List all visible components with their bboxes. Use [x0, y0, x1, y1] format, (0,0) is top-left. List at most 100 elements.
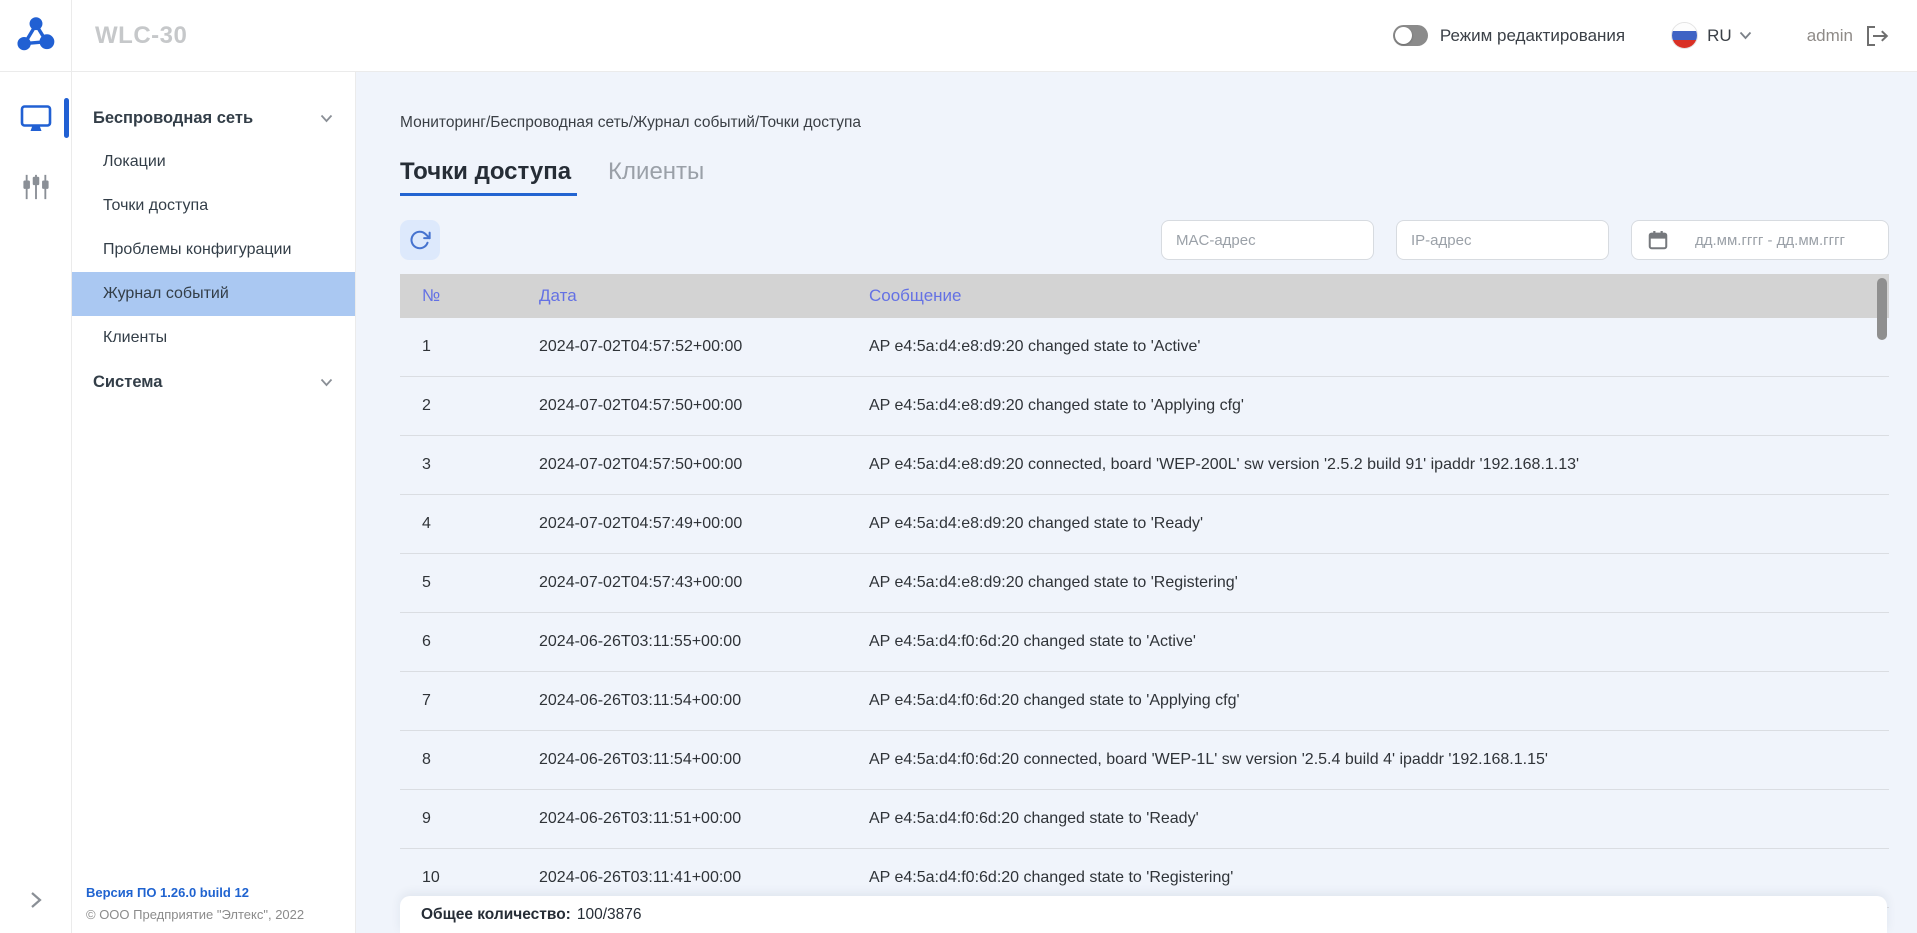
sidebar-item-clients[interactable]: Клиенты: [72, 316, 355, 360]
cell-message: AP e4:5a:d4:f0:6d:20 changed state to 'A…: [869, 633, 1889, 651]
monitor-icon: [20, 104, 52, 134]
sidebar-section-system[interactable]: Система: [72, 360, 355, 404]
cell-date: 2024-07-02T04:57:43+00:00: [539, 574, 869, 592]
scrollbar-thumb[interactable]: [1877, 278, 1887, 340]
date-range-filter: [1631, 220, 1889, 260]
logout-button[interactable]: [1864, 24, 1890, 48]
cell-num: 10: [422, 869, 539, 887]
sidebar-section-wireless[interactable]: Беспроводная сеть: [72, 96, 355, 140]
table-row: 7 2024-06-26T03:11:54+00:00 AP e4:5a:d4:…: [400, 672, 1889, 731]
event-log-table: № Дата Сообщение 1 2024-07-02T04:57:52+0…: [400, 274, 1889, 933]
cell-message: AP e4:5a:d4:f0:6d:20 changed state to 'R…: [869, 869, 1889, 887]
chevron-down-icon: [320, 114, 333, 123]
sidebar-item-config-problems[interactable]: Проблемы конфигурации: [72, 228, 355, 272]
edit-mode-label: Режим редактирования: [1440, 26, 1625, 46]
table-row: 2 2024-07-02T04:57:50+00:00 AP e4:5a:d4:…: [400, 377, 1889, 436]
app-title: WLC-30: [95, 22, 187, 50]
table-row: 9 2024-06-26T03:11:51+00:00 AP e4:5a:d4:…: [400, 790, 1889, 849]
cell-message: AP e4:5a:d4:f0:6d:20 connected, board 'W…: [869, 751, 1889, 769]
refresh-icon: [409, 229, 431, 251]
cell-num: 3: [422, 456, 539, 474]
top-bar-right: Режим редактирования RU admin: [1393, 22, 1917, 49]
cell-num: 1: [422, 338, 539, 356]
table-row: 4 2024-07-02T04:57:49+00:00 AP e4:5a:d4:…: [400, 495, 1889, 554]
russian-flag-icon: [1671, 22, 1698, 49]
settings-nav-button[interactable]: [0, 172, 72, 202]
totals-label: Общее количество:: [421, 906, 571, 924]
username-label: admin: [1807, 26, 1853, 46]
cell-num: 2: [422, 397, 539, 415]
app-logo[interactable]: [0, 0, 72, 72]
main-content: Мониторинг/Беспроводная сеть/Журнал собы…: [357, 72, 1917, 933]
totals-value: 100/3876: [577, 906, 642, 924]
item-label: Локации: [103, 153, 166, 171]
cell-date: 2024-06-26T03:11:51+00:00: [539, 810, 869, 828]
ip-filter-input[interactable]: [1396, 220, 1609, 260]
item-label: Журнал событий: [103, 285, 229, 303]
chevron-down-icon: [1739, 31, 1752, 40]
cell-num: 8: [422, 751, 539, 769]
section-label: Беспроводная сеть: [93, 109, 253, 128]
refresh-button[interactable]: [400, 220, 440, 260]
cell-message: AP e4:5a:d4:e8:d9:20 changed state to 'A…: [869, 338, 1889, 356]
sidebar-item-event-log[interactable]: Журнал событий: [72, 272, 355, 316]
sidebar-footer: Версия ПО 1.26.0 build 12 © ООО Предприя…: [86, 885, 304, 922]
cell-message: AP e4:5a:d4:e8:d9:20 changed state to 'A…: [869, 397, 1889, 415]
sliders-icon: [22, 172, 50, 202]
sidebar-item-access-points[interactable]: Точки доступа: [72, 184, 355, 228]
breadcrumb: Мониторинг/Беспроводная сеть/Журнал собы…: [400, 114, 861, 132]
section-label: Система: [93, 373, 162, 392]
table-row: 1 2024-07-02T04:57:52+00:00 AP e4:5a:d4:…: [400, 318, 1889, 377]
item-label: Клиенты: [103, 329, 167, 347]
controls-row: [357, 220, 1917, 260]
language-selector[interactable]: RU: [1671, 22, 1752, 49]
cell-num: 4: [422, 515, 539, 533]
software-version-label: Версия ПО 1.26.0 build 12: [86, 885, 304, 900]
cell-date: 2024-07-02T04:57:50+00:00: [539, 456, 869, 474]
cell-date: 2024-06-26T03:11:41+00:00: [539, 869, 869, 887]
table-row: 8 2024-06-26T03:11:54+00:00 AP e4:5a:d4:…: [400, 731, 1889, 790]
column-header-date[interactable]: Дата: [539, 286, 869, 306]
cell-num: 9: [422, 810, 539, 828]
eltex-logo-icon: [17, 17, 55, 55]
cell-num: 6: [422, 633, 539, 651]
column-header-message[interactable]: Сообщение: [869, 286, 1889, 306]
cell-date: 2024-07-02T04:57:49+00:00: [539, 515, 869, 533]
chevron-right-icon: [30, 891, 42, 909]
cell-date: 2024-06-26T03:11:54+00:00: [539, 692, 869, 710]
monitoring-nav-button[interactable]: [0, 104, 72, 134]
cell-num: 5: [422, 574, 539, 592]
tab-clients[interactable]: Клиенты: [608, 158, 704, 196]
edit-mode-toggle[interactable]: [1393, 25, 1428, 46]
column-header-num[interactable]: №: [422, 286, 539, 306]
sidebar-expand-button[interactable]: [0, 891, 72, 909]
table-row: 3 2024-07-02T04:57:50+00:00 AP e4:5a:d4:…: [400, 436, 1889, 495]
cell-message: AP e4:5a:d4:e8:d9:20 changed state to 'R…: [869, 574, 1889, 592]
toggle-knob: [1395, 27, 1412, 44]
sidebar-menu: Беспроводная сеть Локации Точки доступа …: [72, 72, 356, 933]
cell-message: AP e4:5a:d4:f0:6d:20 changed state to 'R…: [869, 810, 1889, 828]
cell-message: AP e4:5a:d4:e8:d9:20 connected, board 'W…: [869, 456, 1889, 474]
item-label: Проблемы конфигурации: [103, 241, 291, 259]
cell-message: AP e4:5a:d4:f0:6d:20 changed state to 'A…: [869, 692, 1889, 710]
cell-date: 2024-06-26T03:11:54+00:00: [539, 751, 869, 769]
table-header: № Дата Сообщение: [400, 274, 1889, 318]
tab-bar: Точки доступа Клиенты: [400, 158, 704, 196]
item-label: Точки доступа: [103, 197, 208, 215]
nav-rail: [0, 72, 72, 933]
cell-num: 7: [422, 692, 539, 710]
date-range-input[interactable]: [1631, 220, 1889, 260]
chevron-down-icon: [320, 378, 333, 387]
language-code: RU: [1707, 26, 1732, 46]
sidebar-item-locations[interactable]: Локации: [72, 140, 355, 184]
tab-access-points[interactable]: Точки доступа: [400, 158, 577, 196]
table-row: 5 2024-07-02T04:57:43+00:00 AP e4:5a:d4:…: [400, 554, 1889, 613]
table-row: 6 2024-06-26T03:11:55+00:00 AP e4:5a:d4:…: [400, 613, 1889, 672]
user-area: admin: [1807, 24, 1890, 48]
mac-filter-input[interactable]: [1161, 220, 1374, 260]
cell-date: 2024-07-02T04:57:52+00:00: [539, 338, 869, 356]
totals-bar: Общее количество: 100/3876: [400, 896, 1887, 933]
top-bar: WLC-30 Режим редактирования RU admin: [0, 0, 1917, 72]
active-section-indicator: [64, 98, 69, 138]
copyright-label: © ООО Предприятие "Элтекс", 2022: [86, 907, 304, 922]
